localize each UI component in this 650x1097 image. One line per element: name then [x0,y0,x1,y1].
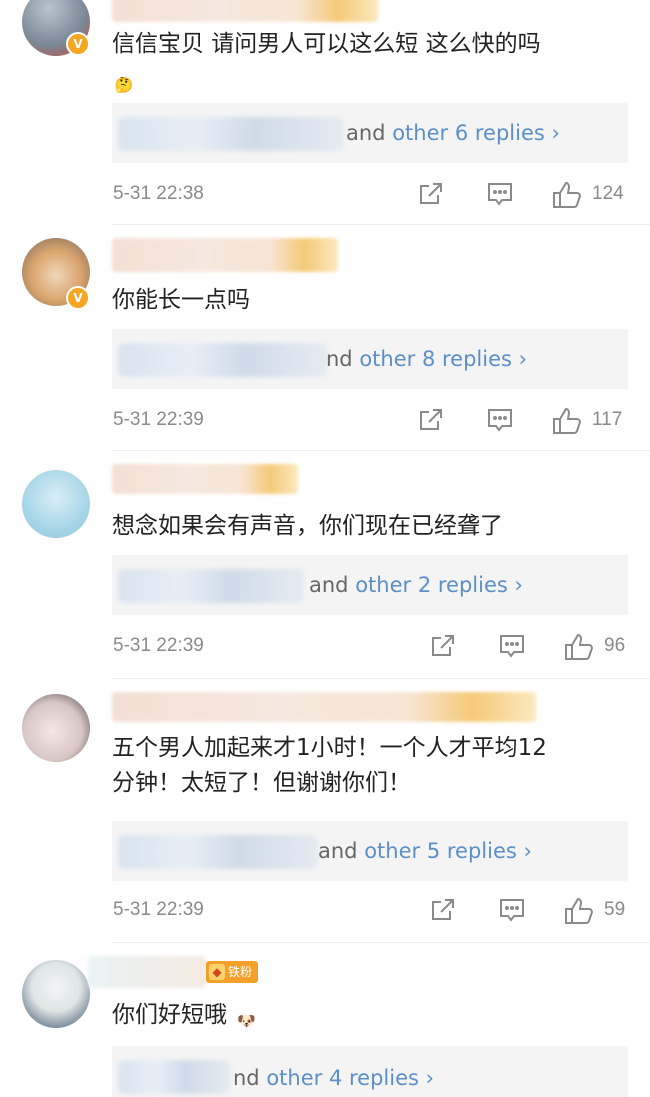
replies-summary[interactable]: nd other 4 replies › [233,1064,434,1092]
like-icon[interactable] [552,181,582,209]
comment-text: 你能长一点吗 [112,283,626,318]
replier-names-blurred [118,343,328,377]
username-blurred[interactable] [88,956,206,988]
like-icon[interactable] [552,407,582,435]
like-count: 96 [604,635,626,656]
verified-badge-icon: V [66,32,90,56]
comment-icon[interactable] [498,897,526,923]
replies-prefix: and [346,121,386,145]
username-blurred[interactable] [112,692,536,722]
comment-icon[interactable] [498,633,526,659]
gift-icon: ◆ [209,964,225,980]
replies-summary[interactable]: and other 2 replies › [309,571,523,599]
username-blurred[interactable] [112,238,338,272]
chevron-right-icon: › [523,839,532,863]
chevron-right-icon: › [514,573,523,597]
fan-badge-label: 铁粉 [228,965,253,979]
replies-box[interactable]: and other 2 replies › [112,555,628,615]
doge-emoji-icon: 🐶 [236,1012,256,1030]
comment-text: 五个男人加起来才1小时！一个人才平均12 分钟！太短了！但谢谢你们！ [112,731,626,801]
replies-box[interactable]: and other 6 replies › [112,103,628,163]
chevron-right-icon: › [518,347,528,371]
chevron-right-icon: › [551,121,560,145]
avatar[interactable] [22,960,90,1028]
replies-summary[interactable]: nd other 8 replies › [326,345,527,373]
divider [112,678,650,679]
like-count: 117 [592,409,623,430]
fan-badge[interactable]: ◆ 铁粉 [206,961,259,983]
avatar[interactable] [22,694,90,762]
replies-box[interactable]: nd other 4 replies › [112,1046,628,1097]
replier-names-blurred [118,569,304,603]
chevron-right-icon: › [425,1066,435,1090]
replies-summary[interactable]: and other 6 replies › [346,119,560,147]
repost-icon[interactable] [430,897,456,923]
replies-prefix: nd [233,1066,260,1090]
like-count: 59 [604,899,626,920]
repost-icon[interactable] [418,181,444,207]
divider [112,224,650,225]
comment-icon[interactable] [486,181,514,207]
username-blurred[interactable] [112,0,378,22]
comment-meta: 5-31 22:39 59 [0,897,650,927]
comment-meta: 5-31 22:38 124 [0,181,650,211]
repost-icon[interactable] [418,407,444,433]
username-blurred[interactable] [112,464,298,494]
comment-text: 你们好短哦 🐶 [112,998,626,1033]
comment-text-content: 想念如果会有声音，你们现在已经聋了 [112,513,503,539]
comment-icon[interactable] [486,407,514,433]
divider [112,942,650,943]
comment-text-content: 你能长一点吗 [112,287,250,313]
timestamp: 5-31 22:39 [113,635,204,656]
comment-text-content: 信信宝贝 请问男人可以这么短 这么快的吗 [112,31,541,57]
replies-box[interactable]: and other 5 replies › [112,821,628,881]
replies-prefix: and [318,839,358,863]
replies-prefix: and [309,573,349,597]
like-icon[interactable] [564,897,594,925]
divider [112,450,650,451]
comment-meta: 5-31 22:39 96 [0,633,650,663]
avatar[interactable] [22,470,90,538]
comment-text: 信信宝贝 请问男人可以这么短 这么快的吗 🤔 [112,27,626,97]
replies-box[interactable]: nd other 8 replies › [112,329,628,389]
replies-link[interactable]: other 2 replies [355,573,508,597]
timestamp: 5-31 22:39 [113,409,204,430]
replies-link[interactable]: other 4 replies [266,1066,419,1090]
replies-prefix: nd [326,347,353,371]
repost-icon[interactable] [430,633,456,659]
replies-link[interactable]: other 8 replies [359,347,512,371]
replier-names-blurred [118,835,318,869]
replies-summary[interactable]: and other 5 replies › [318,837,532,865]
replier-names-blurred [118,1060,230,1094]
timestamp: 5-31 22:39 [113,899,204,920]
comment-text-line: 五个男人加起来才1小时！一个人才平均12 [112,735,547,761]
comment-feed: V 信信宝贝 请问男人可以这么短 这么快的吗 🤔 and other 6 rep… [0,0,650,1097]
thinking-emoji-icon: 🤔 [114,76,134,94]
replies-link[interactable]: other 5 replies [364,839,517,863]
like-count: 124 [592,183,624,204]
comment-text-line: 分钟！太短了！但谢谢你们！ [112,770,411,796]
replier-names-blurred [118,117,344,151]
like-icon[interactable] [564,633,594,661]
comment-text: 想念如果会有声音，你们现在已经聋了 [112,509,626,544]
replies-link[interactable]: other 6 replies [392,121,545,145]
comment-text-content: 你们好短哦 [112,1002,227,1028]
comment-meta: 5-31 22:39 117 [0,407,650,437]
timestamp: 5-31 22:38 [113,183,204,204]
verified-badge-icon: V [66,286,90,310]
